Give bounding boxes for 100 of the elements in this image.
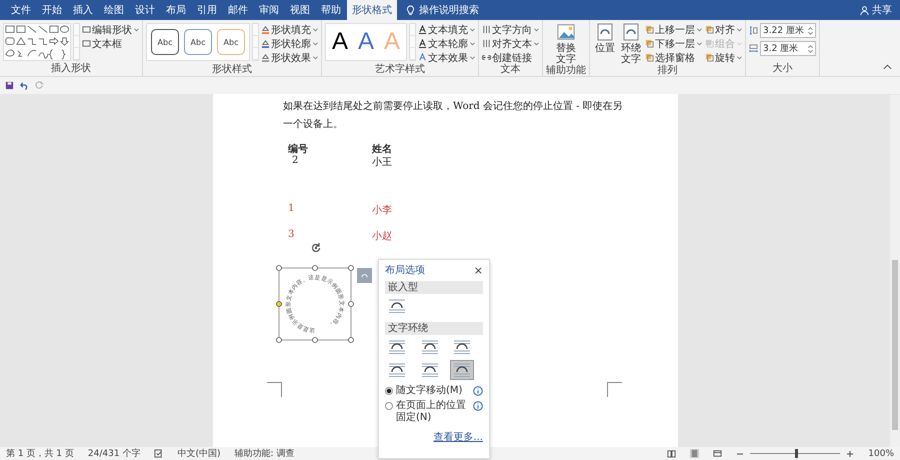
caret-icon [313,56,318,60]
height-icon [749,26,758,35]
caret-icon [737,56,742,60]
height-field[interactable]: 3.22 厘米 [760,23,816,38]
wrap-option[interactable] [450,360,474,380]
panel-title: 布局选项 [385,264,425,277]
zoom-level[interactable]: 100% [868,448,894,458]
bring-forward-icon [645,25,654,34]
ribbon-command[interactable]: 旋转 [705,51,742,64]
group-label: 插入形状 [50,63,92,76]
caret-icon [134,28,139,32]
send-backward-icon [645,39,654,48]
language-status[interactable]: 中文(中国) [177,447,220,460]
print-layout-icon[interactable] [690,449,700,458]
section-heading: 文字环绕 [385,322,483,335]
info-icon[interactable] [473,401,483,411]
caret-icon [534,42,540,46]
table-cell-text: 2 [291,155,300,168]
tell-me-search[interactable]: 操作说明搜索 [419,3,479,17]
ribbon-command[interactable]: 上移一层 [645,23,702,36]
align-icon [705,25,714,34]
wordart-style-preset[interactable]: A [358,28,374,56]
table-cell-text: 小赵 [372,230,393,242]
ribbon-large-button[interactable]: 位置 [593,23,618,54]
ribbon-command[interactable]: 形状效果 [261,51,318,64]
proofing-icon[interactable] [154,449,164,458]
collapse-ribbon-icon[interactable] [883,64,892,70]
ribbon-command[interactable]: 文本填充 [418,23,476,36]
ribbon-tab[interactable]: 文件 [6,0,36,20]
ribbon-tab[interactable]: 引用 [192,0,222,20]
text-direction-icon [482,25,492,34]
group-label: 排列 [656,65,679,76]
align-text-icon [482,39,492,48]
caret-icon [313,28,318,32]
ribbon-tab[interactable]: 视图 [285,0,315,20]
close-button[interactable]: × [474,264,483,276]
caret-icon [697,28,702,32]
rotate-icon [705,53,714,62]
caret-icon [534,28,540,32]
group-label: 辅助功能 [546,65,586,76]
width-field[interactable]: 3.2 厘米 [760,41,816,56]
web-layout-icon[interactable] [713,449,722,458]
page-wrap-icon [596,23,614,41]
width-icon [749,44,758,53]
caret-icon [470,28,476,32]
ribbon-command[interactable]: 文本轮廓 [418,37,476,50]
table-cell-text: 1 [288,203,296,216]
ribbon-command[interactable]: 编辑形状 [82,23,139,36]
wordart-style-preset[interactable]: A [332,28,348,56]
shape-style-preset[interactable]: Abc [184,29,212,55]
ribbon-command[interactable]: 形状填充 [261,23,318,36]
person-icon [860,6,869,14]
rotate-handle-icon[interactable] [310,242,322,254]
ribbon-tab[interactable]: 布局 [161,0,191,20]
word-count[interactable]: 24/431 个字 [88,447,140,460]
alt-text-button[interactable]: 替换文字 [554,23,578,65]
see-more-link[interactable]: 查看更多... [385,430,483,444]
ribbon-command[interactable]: 创建链接 [482,51,540,64]
ribbon-command[interactable]: 文本框 [82,37,139,50]
ribbon-command[interactable]: 对齐文本 [482,37,540,50]
picture-icon [557,23,576,41]
ribbon-command[interactable]: 文本效果 [418,51,476,64]
ribbon-tab[interactable]: 设计 [130,0,160,20]
ribbon-command[interactable]: 对齐 [705,23,742,36]
radio-option[interactable]: 在页面上的位置固定(N) [385,400,483,424]
ribbon-tab[interactable]: 开始 [37,0,67,20]
caret-icon [313,42,318,46]
page-count[interactable]: 第 1 页，共 1 页 [6,447,74,460]
ribbon-command[interactable]: 下移一层 [645,37,702,50]
shape-gallery-drawing[interactable] [4,24,70,60]
ribbon-command[interactable]: 选择窗格 [645,51,702,64]
caret-icon [470,42,476,46]
ribbon-tab[interactable]: 形状格式 [347,0,397,20]
info-icon[interactable] [473,386,483,396]
shape-style-preset[interactable]: Abc [151,29,179,55]
ribbon-tab[interactable]: 邮件 [223,0,253,20]
zoom-in-icon[interactable] [846,450,854,458]
ribbon-command[interactable]: 形状轮廓 [261,37,318,50]
spinner-arrows-icon[interactable] [808,44,814,52]
group-label: 艺术字样式 [374,64,426,76]
radio-option[interactable]: 随文字移动(M) [385,385,483,397]
ribbon-tab[interactable]: 插入 [68,0,98,20]
accessibility-status[interactable]: 辅助功能: 调查 [234,447,294,460]
read-mode-icon[interactable] [667,449,676,458]
shape-style-preset[interactable]: Abc [217,29,245,55]
ribbon-tab[interactable]: 绘图 [99,0,129,20]
share-button[interactable]: 共享 [872,0,892,20]
group-label: 形状样式 [211,64,253,76]
save-icon[interactable] [5,81,14,90]
spinner-arrows-icon[interactable] [808,26,814,34]
ribbon-large-button[interactable]: 环绕文字 [619,23,644,65]
selection-pane-icon [645,53,654,62]
section-heading: 嵌入型 [385,281,483,294]
letter-a-icon [418,25,428,34]
letter-a-icon [418,39,428,48]
ribbon-tab[interactable]: 帮助 [316,0,346,20]
ribbon-command[interactable]: 文字方向 [482,23,540,36]
undo-icon[interactable] [20,81,29,90]
ribbon-tab[interactable]: 审阅 [254,0,284,20]
group-label: 大小 [772,63,794,76]
